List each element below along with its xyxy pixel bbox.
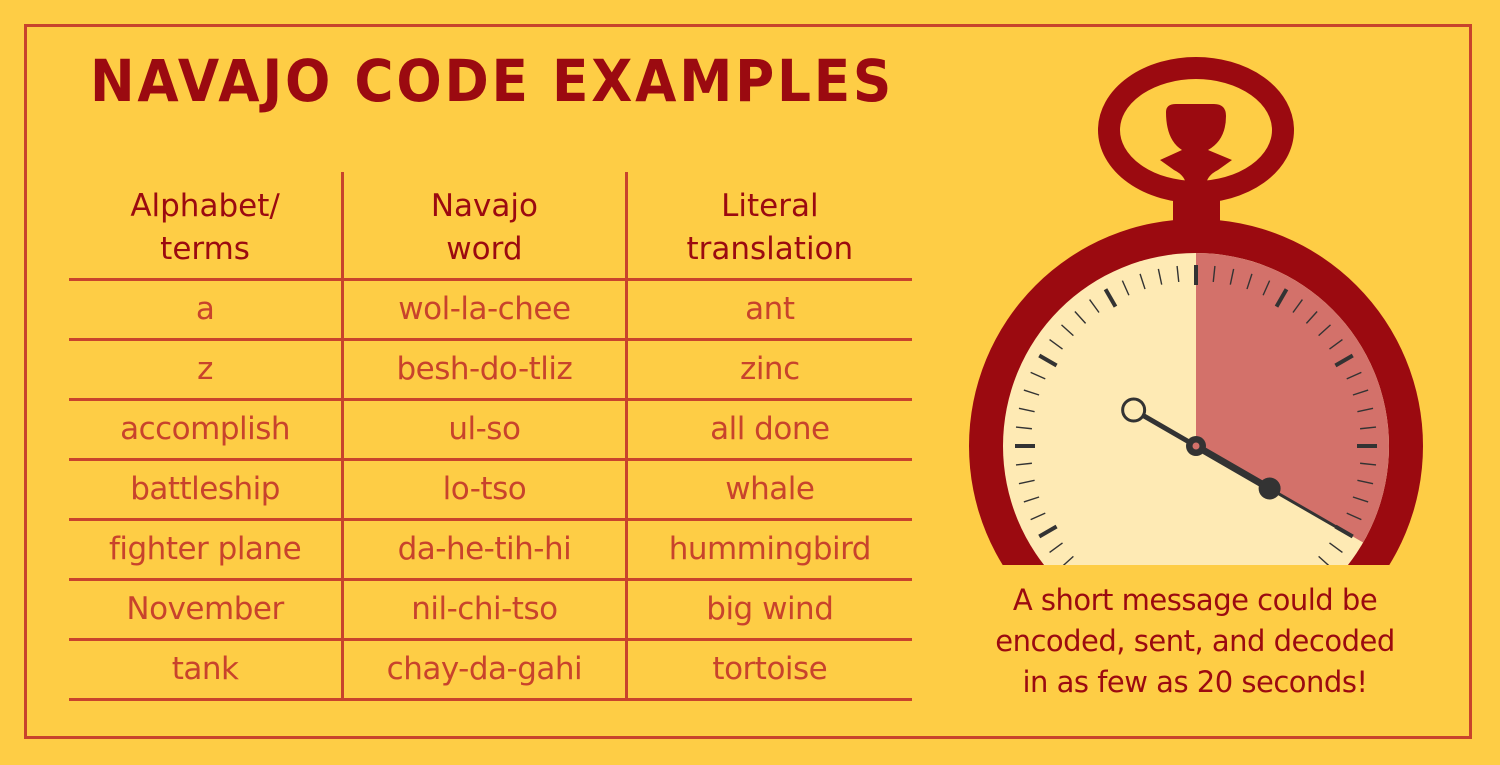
table-row: a wol-la-chee ant — [69, 279, 912, 341]
table-row: fighter plane da-he-tih-hi hummingbird — [69, 519, 912, 581]
caption-line: in as few as 20 seconds! — [1022, 665, 1368, 699]
table-row: z besh-do-tliz zinc — [69, 339, 912, 401]
cell-translation: tortoise — [624, 639, 912, 701]
page-title: NAVAJO CODE EXAMPLES — [90, 47, 895, 115]
cell-term: battleship — [69, 459, 343, 521]
cell-translation: ant — [624, 279, 912, 341]
cell-translation: hummingbird — [624, 519, 912, 581]
hand-counterweight — [1258, 477, 1281, 500]
table-row: tank chay-da-gahi tortoise — [69, 639, 912, 701]
cell-term: November — [69, 579, 343, 641]
table-row: November nil-chi-tso big wind — [69, 579, 912, 641]
cell-navajo: ul-so — [341, 399, 627, 461]
header-navajo-word: Navajo word — [341, 172, 627, 281]
table-row: accomplish ul-so all done — [69, 399, 912, 461]
cell-term: accomplish — [69, 399, 343, 461]
cell-navajo: chay-da-gahi — [341, 639, 627, 701]
caption-line: encoded, sent, and decoded — [995, 624, 1395, 658]
cell-navajo: besh-do-tliz — [341, 339, 627, 401]
cell-navajo: lo-tso — [341, 459, 627, 521]
table-row: battleship lo-tso whale — [69, 459, 912, 521]
header-alphabet-terms: Alphabet/ terms — [69, 172, 343, 281]
cell-term: fighter plane — [69, 519, 343, 581]
caption-line: A short message could be — [1012, 583, 1378, 617]
hand-tail-ring — [1121, 397, 1147, 423]
cell-term: tank — [69, 639, 343, 701]
hand-pivot-center — [1192, 442, 1200, 450]
cell-term: z — [69, 339, 343, 401]
code-table: Alphabet/ terms Navajo word Literal tran… — [69, 172, 912, 701]
header-literal-translation: Literal translation — [624, 172, 912, 281]
cell-navajo: nil-chi-tso — [341, 579, 627, 641]
cell-navajo: da-he-tih-hi — [341, 519, 627, 581]
cell-translation: big wind — [624, 579, 912, 641]
cell-translation: zinc — [624, 339, 912, 401]
cell-translation: whale — [624, 459, 912, 521]
table-header-row: Alphabet/ terms Navajo word Literal tran… — [69, 172, 912, 281]
cell-navajo: wol-la-chee — [341, 279, 627, 341]
caption: A short message could be encoded, sent, … — [960, 580, 1430, 703]
stopwatch-icon — [969, 57, 1423, 565]
cell-translation: all done — [624, 399, 912, 461]
cell-term: a — [69, 279, 343, 341]
